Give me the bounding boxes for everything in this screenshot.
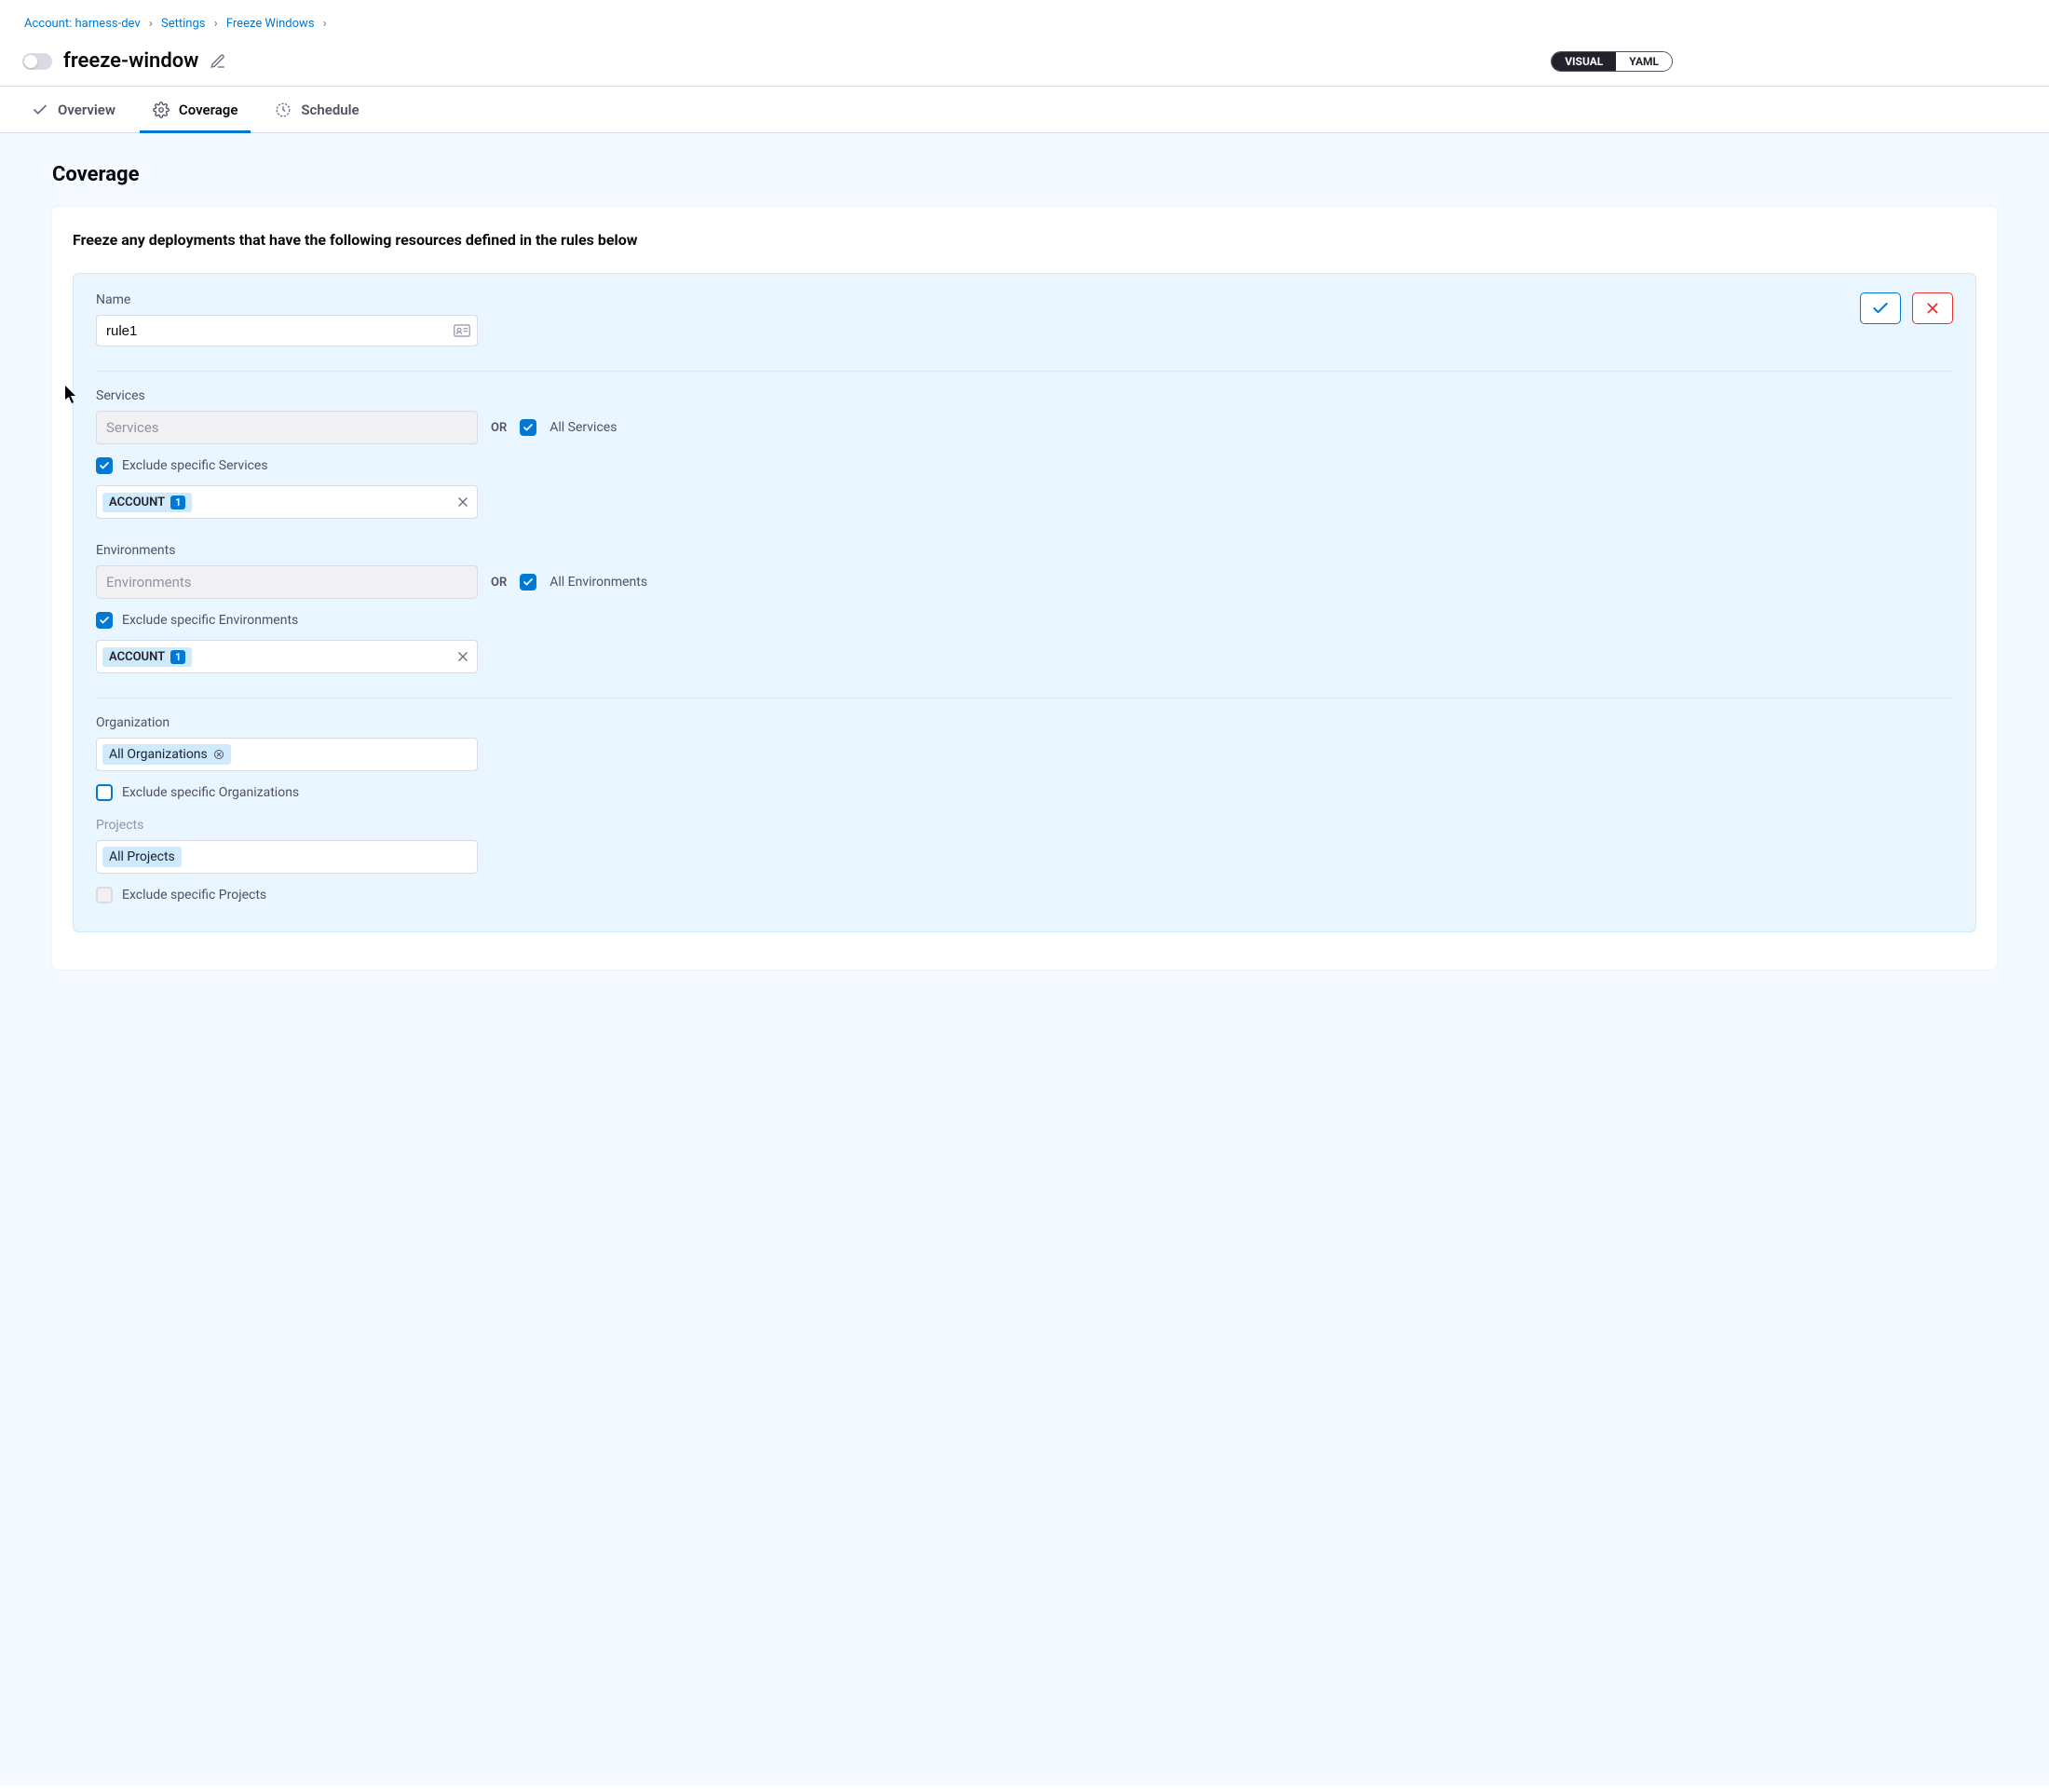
page-title: freeze-window	[63, 49, 198, 73]
projects-label: Projects	[96, 818, 1953, 833]
token-count-badge: 1	[170, 496, 185, 509]
clock-icon	[275, 102, 292, 118]
exclude-services-checkbox[interactable]	[96, 457, 113, 474]
projects-group: Projects All Projects Exclude specific P…	[96, 818, 1953, 903]
services-group: Services Services OR All Services Exclud…	[96, 388, 1953, 519]
name-input[interactable]	[96, 315, 478, 346]
token-count-badge: 1	[170, 650, 185, 664]
or-label: OR	[491, 421, 507, 435]
id-card-icon[interactable]	[454, 324, 470, 337]
divider	[96, 371, 1953, 372]
environments-label: Environments	[96, 543, 1953, 558]
project-token[interactable]: All Projects	[102, 847, 182, 867]
services-label: Services	[96, 388, 1953, 403]
check-icon	[32, 102, 48, 118]
breadcrumb-freeze-windows[interactable]: Freeze Windows	[226, 17, 315, 31]
environment-token[interactable]: ACCOUNT 1	[102, 647, 192, 667]
breadcrumb-settings[interactable]: Settings	[161, 17, 205, 31]
excluded-environments-input[interactable]: ACCOUNT 1	[96, 640, 478, 673]
environments-select[interactable]: Environments	[96, 565, 478, 599]
services-select[interactable]: Services	[96, 411, 478, 444]
enable-toggle[interactable]	[22, 53, 52, 70]
breadcrumb: Account: harness-dev › Settings › Freeze…	[0, 0, 2049, 44]
service-token[interactable]: ACCOUNT 1	[102, 493, 192, 512]
tab-schedule[interactable]: Schedule	[275, 87, 359, 132]
projects-input[interactable]: All Projects	[96, 840, 478, 874]
coverage-panel: Freeze any deployments that have the fol…	[52, 207, 1997, 970]
view-mode-visual[interactable]: VISUAL	[1552, 52, 1616, 71]
organization-token[interactable]: All Organizations	[102, 744, 231, 765]
name-label: Name	[96, 292, 478, 307]
cancel-button[interactable]	[1912, 292, 1953, 324]
tab-coverage[interactable]: Coverage	[153, 87, 237, 132]
tab-schedule-label: Schedule	[301, 102, 359, 118]
clear-icon[interactable]	[456, 650, 469, 663]
section-title: Coverage	[52, 163, 1997, 186]
exclude-environments-label: Exclude specific Environments	[122, 613, 298, 628]
all-services-label: All Services	[550, 420, 617, 435]
exclude-projects-label: Exclude specific Projects	[122, 888, 266, 903]
tab-overview-label: Overview	[58, 102, 115, 118]
view-mode-yaml[interactable]: YAML	[1616, 52, 1672, 71]
all-environments-label: All Environments	[550, 575, 647, 590]
exclude-services-label: Exclude specific Services	[122, 458, 268, 473]
tab-overview[interactable]: Overview	[32, 87, 115, 132]
all-services-checkbox[interactable]	[520, 419, 536, 436]
content-area: Coverage Freeze any deployments that hav…	[0, 133, 2049, 1785]
chevron-right-icon: ›	[214, 17, 218, 31]
gear-icon	[153, 102, 170, 118]
page-header: freeze-window VISUAL YAML	[0, 44, 2049, 87]
all-environments-checkbox[interactable]	[520, 574, 536, 591]
check-icon	[1871, 299, 1890, 318]
chevron-right-icon: ›	[149, 17, 153, 31]
tab-coverage-label: Coverage	[179, 102, 237, 118]
close-icon	[1925, 301, 1940, 316]
clear-icon[interactable]	[456, 496, 469, 509]
organization-label: Organization	[96, 715, 1953, 730]
rule-card: Name	[73, 273, 1976, 932]
edit-icon[interactable]	[210, 53, 226, 70]
view-mode-toggle[interactable]: VISUAL YAML	[1551, 51, 1673, 72]
chevron-right-icon: ›	[323, 17, 327, 31]
tab-bar: Overview Coverage Schedule	[0, 87, 2049, 133]
exclude-organizations-checkbox[interactable]	[96, 784, 113, 801]
or-label: OR	[491, 576, 507, 590]
breadcrumb-account[interactable]: Account: harness-dev	[24, 17, 141, 31]
organization-group: Organization All Organizations Exclude s…	[96, 715, 1953, 801]
exclude-organizations-label: Exclude specific Organizations	[122, 785, 299, 800]
remove-token-icon[interactable]	[213, 749, 224, 760]
environments-group: Environments Environments OR All Environ…	[96, 543, 1953, 673]
organization-input[interactable]: All Organizations	[96, 738, 478, 771]
confirm-button[interactable]	[1860, 292, 1901, 324]
divider	[96, 698, 1953, 699]
exclude-projects-checkbox	[96, 887, 113, 903]
panel-subtitle: Freeze any deployments that have the fol…	[73, 231, 1976, 249]
exclude-environments-checkbox[interactable]	[96, 612, 113, 629]
excluded-services-input[interactable]: ACCOUNT 1	[96, 485, 478, 519]
